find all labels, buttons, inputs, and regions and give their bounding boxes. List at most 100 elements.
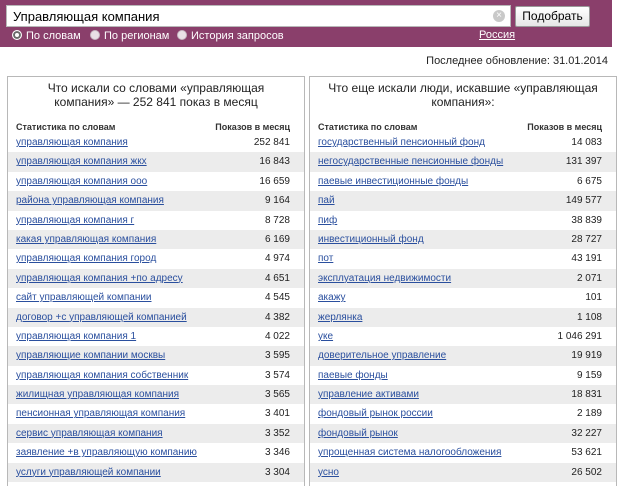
right-col-count-header: Показов в месяц xyxy=(527,122,602,132)
keyword-link[interactable]: управляющая компания 1 xyxy=(16,327,136,346)
table-row: заявление +в управляющую компанию 3 346 xyxy=(8,443,304,462)
keyword-link[interactable]: пай xyxy=(318,191,335,210)
keyword-link[interactable]: управление активами xyxy=(318,385,419,404)
keyword-link[interactable]: государственный пенсионный фонд xyxy=(318,133,485,152)
table-row: государственный пенсионный фонд 14 083 xyxy=(310,133,616,152)
table-row: акажу 101 xyxy=(310,288,616,307)
radio-icon[interactable] xyxy=(177,30,187,40)
impressions-count: 3 401 xyxy=(264,408,290,420)
keyword-link[interactable]: пот xyxy=(318,249,333,268)
keyword-link[interactable]: какая управляющая компания xyxy=(16,230,156,249)
keyword-link[interactable]: акажу xyxy=(318,288,346,307)
keyword-link[interactable]: негосударственные пенсионные фонды xyxy=(318,152,503,171)
mode-by-words[interactable]: По словам xyxy=(12,30,81,42)
keyword-link[interactable]: управляющая компания город xyxy=(16,249,156,268)
keyword-link[interactable]: района управляющая компания xyxy=(16,191,164,210)
region-link[interactable]: Россия xyxy=(479,29,515,41)
left-col-count-header: Показов в месяц xyxy=(215,122,290,132)
impressions-count: 9 159 xyxy=(576,369,602,381)
table-row: управляющая компания ооо 16 659 xyxy=(8,172,304,191)
table-row: негосударственные пенсионные фонды 131 39… xyxy=(310,152,616,172)
impressions-count: 4 545 xyxy=(264,292,290,304)
right-panel: Что еще искали люди, искавшие «управляющ… xyxy=(309,76,617,486)
keyword-link[interactable]: уке xyxy=(318,327,333,346)
keyword-link[interactable]: управляющая компания г xyxy=(16,211,134,230)
keyword-link[interactable]: паевые фонды xyxy=(318,366,388,385)
mode-history[interactable]: История запросов xyxy=(177,30,284,42)
keyword-link[interactable]: фондовый рынок россии xyxy=(318,404,433,423)
keyword-link[interactable]: доверительное управление xyxy=(318,346,446,365)
table-row: доверительное управление 19 919 xyxy=(310,346,616,366)
table-row: управляющая компания жкх 16 843 xyxy=(8,152,304,172)
impressions-count: 8 728 xyxy=(264,214,290,226)
left-panel: Что искали со словами «управляющая компа… xyxy=(7,76,305,486)
right-title-line2: компания»: xyxy=(431,95,495,109)
keyword-link[interactable]: паевые инвестиционные фонды xyxy=(318,172,468,191)
impressions-count: 16 843 xyxy=(259,156,290,168)
table-row: эксплуатация недвижимости 2 071 xyxy=(310,268,616,289)
keyword-link[interactable]: управляющие компании москвы xyxy=(16,346,165,365)
table-row: усно 26 502 xyxy=(310,462,616,483)
table-row: управляющая компания собственник 3 574 xyxy=(8,366,304,385)
table-row: управляющая компания 1 4 022 xyxy=(8,327,304,346)
radio-icon[interactable] xyxy=(90,30,100,40)
keyword-link[interactable]: упрощенная система налогообложения xyxy=(318,443,501,462)
keyword-link[interactable]: управляющая компания +по адресу xyxy=(16,269,183,288)
band-arrow-decoration xyxy=(600,0,612,46)
table-row: инвестиционный фонд 28 727 xyxy=(310,229,616,250)
keyword-link[interactable]: управляющая компания ооо xyxy=(16,172,147,191)
table-row: управляющие компании москвы 3 595 xyxy=(8,346,304,366)
mode-by-regions[interactable]: По регионам xyxy=(90,30,169,42)
search-input-value[interactable]: Управляющая компания xyxy=(13,9,160,24)
table-row: какая управляющая компания 6 169 xyxy=(8,229,304,250)
keyword-link[interactable]: управляющая компания жкх xyxy=(16,152,147,171)
table-row: управляющая компания 252 841 xyxy=(8,133,304,152)
left-panel-title: Что искали со словами «управляющая компа… xyxy=(8,81,304,109)
impressions-count: 3 304 xyxy=(264,466,290,478)
keyword-link[interactable]: сервис управляющая компания xyxy=(16,424,163,443)
impressions-count: 6 169 xyxy=(264,233,290,245)
table-row: пай 149 577 xyxy=(310,191,616,211)
impressions-count: 19 919 xyxy=(571,350,602,362)
left-title-line2: компания» — 252 841 показ в месяц xyxy=(54,95,258,109)
impressions-count: 3 574 xyxy=(264,369,290,381)
table-row: паевые инвестиционные фонды 6 675 xyxy=(310,172,616,191)
impressions-count: 4 651 xyxy=(264,272,290,284)
keyword-link[interactable]: пенсионная управляющая компания xyxy=(16,404,185,423)
table-row: управляющая компания +по адресу 4 651 xyxy=(8,268,304,289)
keyword-link[interactable]: инвестиционный фонд xyxy=(318,230,424,249)
table-row: сайт управляющей компании 4 545 xyxy=(8,288,304,307)
table-row: управляющая компания город 4 974 xyxy=(8,249,304,268)
table-row: управление активами 18 831 xyxy=(310,385,616,405)
impressions-count: 131 397 xyxy=(565,156,602,168)
keyword-link[interactable]: управляющая компания собственник xyxy=(16,366,188,385)
keyword-link[interactable]: эксплуатация недвижимости xyxy=(318,269,451,288)
keyword-link[interactable]: пиф xyxy=(318,211,337,230)
search-input[interactable]: Управляющая компания × xyxy=(6,5,511,27)
right-table: государственный пенсионный фонд 14 083 нег… xyxy=(310,133,616,483)
clear-icon[interactable]: × xyxy=(493,10,505,22)
radio-selected-icon[interactable] xyxy=(12,30,22,40)
impressions-count: 26 502 xyxy=(571,466,602,478)
keyword-link[interactable]: жерлянка xyxy=(318,308,362,327)
keyword-link[interactable]: договор +с управляющей компанией xyxy=(16,308,187,327)
keyword-link[interactable]: усно xyxy=(318,463,339,482)
mode-by-regions-label: По регионам xyxy=(104,30,170,42)
submit-button[interactable]: Подобрать xyxy=(515,6,590,27)
keyword-link[interactable]: фондовый рынок xyxy=(318,424,398,443)
table-row: сервис управляющая компания 3 352 xyxy=(8,423,304,444)
impressions-count: 14 083 xyxy=(571,137,602,148)
impressions-count: 1 046 291 xyxy=(557,330,603,342)
impressions-count: 4 974 xyxy=(264,253,290,265)
keyword-link[interactable]: сайт управляющей компании xyxy=(16,288,152,307)
table-row: района управляющая компания 9 164 xyxy=(8,191,304,211)
table-row: договор +с управляющей компанией 4 382 xyxy=(8,307,304,327)
table-row: упрощенная система налогообложения 53 621 xyxy=(310,443,616,462)
table-row: жерлянка 1 108 xyxy=(310,307,616,327)
keyword-link[interactable]: жилищная управляющая компания xyxy=(16,385,179,404)
impressions-count: 32 227 xyxy=(571,427,602,439)
keyword-link[interactable]: управляющая компания xyxy=(16,133,128,152)
keyword-link[interactable]: заявление +в управляющую компанию xyxy=(16,443,197,462)
impressions-count: 9 164 xyxy=(264,195,290,207)
keyword-link[interactable]: услуги управляющей компании xyxy=(16,463,161,482)
